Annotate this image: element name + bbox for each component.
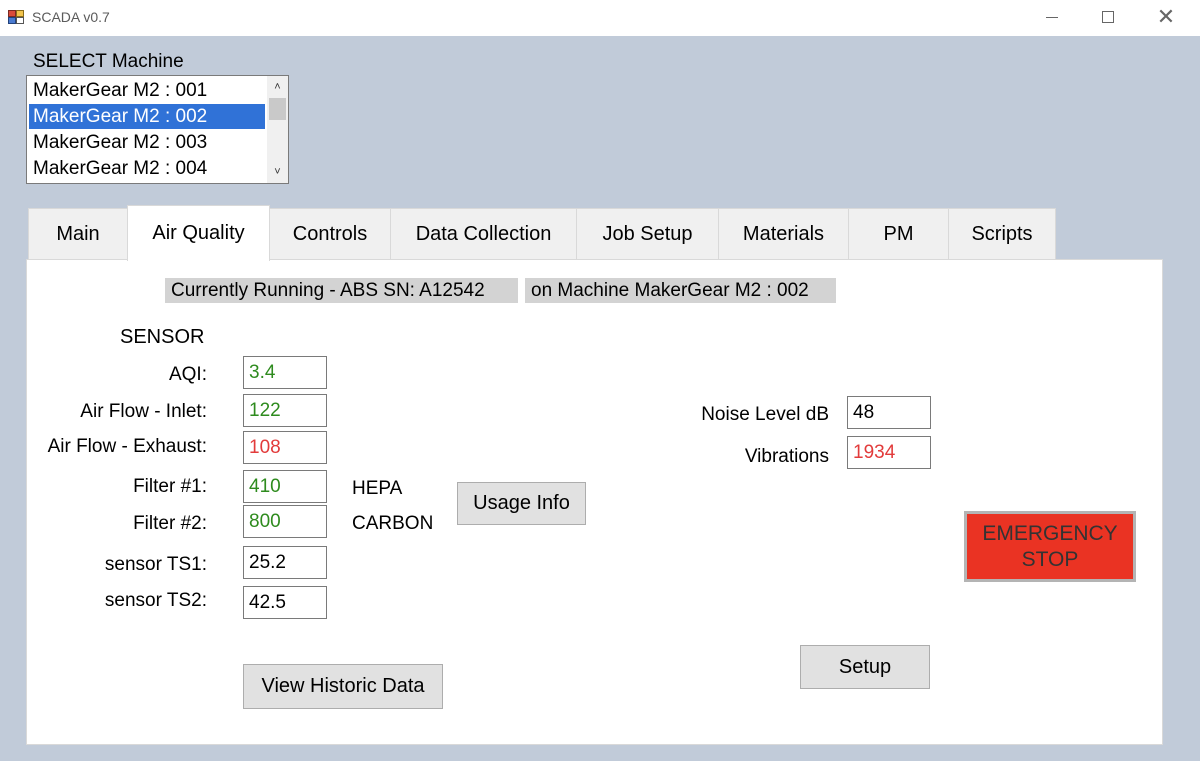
sensor-ts2-field[interactable]: 42.5 [243, 586, 327, 619]
tab-controls[interactable]: Controls [269, 208, 391, 260]
tab-pm[interactable]: PM [848, 208, 949, 260]
minimize-icon [1046, 16, 1058, 18]
filter-2-field[interactable]: 800 [243, 505, 327, 538]
current-job-banner: Currently Running - ABS SN: A12542 [165, 278, 518, 303]
close-button[interactable]: ✕ [1138, 0, 1194, 34]
machine-list-item[interactable]: MakerGear M2 : 003 [29, 130, 265, 155]
filter-2-type: CARBON [352, 513, 434, 534]
filter-1-type: HEPA [352, 478, 403, 499]
air-flow-exhaust-label: Air Flow - Exhaust: [47, 436, 207, 457]
scroll-thumb[interactable] [269, 98, 286, 120]
noise-level-label: Noise Level dB [701, 404, 829, 425]
tab-materials[interactable]: Materials [718, 208, 849, 260]
filter-2-label: Filter #2: [133, 513, 207, 534]
sensor-header: SENSOR [120, 326, 205, 348]
sensor-ts2-label: sensor TS2: [104, 590, 207, 611]
sensor-ts1-label: sensor TS1: [104, 554, 207, 575]
tab-scripts[interactable]: Scripts [948, 208, 1056, 260]
select-machine-label: SELECT Machine [33, 51, 184, 72]
tab-job-setup[interactable]: Job Setup [576, 208, 719, 260]
air-flow-inlet-label: Air Flow - Inlet: [80, 401, 207, 422]
aqi-field[interactable]: 3.4 [243, 356, 327, 389]
tab-data-collection[interactable]: Data Collection [390, 208, 577, 260]
view-historic-data-button[interactable]: View Historic Data [243, 664, 443, 709]
air-flow-inlet-field[interactable]: 122 [243, 394, 327, 427]
air-flow-exhaust-field[interactable]: 108 [243, 431, 327, 464]
vibrations-label: Vibrations [744, 446, 829, 467]
scroll-down-arrow-icon[interactable]: ˅ [267, 162, 288, 182]
current-machine-banner: on Machine MakerGear M2 : 002 [525, 278, 836, 303]
air-quality-panel: Currently Running - ABS SN: A12542 on Ma… [26, 259, 1163, 745]
tab-main[interactable]: Main [28, 208, 128, 260]
usage-info-button[interactable]: Usage Info [457, 482, 586, 525]
minimize-button[interactable] [1024, 0, 1080, 34]
aqi-label: AQI: [168, 364, 207, 385]
emergency-stop-button[interactable]: EMERGENCY STOP [964, 511, 1136, 582]
window-title: SCADA v0.7 [32, 9, 110, 25]
maximize-button[interactable] [1080, 0, 1136, 34]
emergency-stop-label: EMERGENCY STOP [982, 521, 1118, 571]
noise-level-field[interactable]: 48 [847, 396, 931, 429]
machine-list-item[interactable]: MakerGear M2 : 004 [29, 156, 265, 181]
scroll-up-arrow-icon[interactable]: ˄ [267, 77, 288, 97]
vibrations-field[interactable]: 1934 [847, 436, 931, 469]
sensor-ts1-field[interactable]: 25.2 [243, 546, 327, 579]
filter-1-label: Filter #1: [133, 476, 207, 497]
tab-air-quality[interactable]: Air Quality [127, 205, 270, 261]
machine-listbox[interactable]: MakerGear M2 : 001 MakerGear M2 : 002 Ma… [26, 75, 289, 184]
listbox-scrollbar[interactable]: ˄ ˅ [267, 76, 288, 183]
machine-list-item-selected[interactable]: MakerGear M2 : 002 [29, 104, 265, 129]
maximize-icon [1102, 11, 1114, 23]
close-icon: ✕ [1156, 4, 1176, 29]
filter-1-field[interactable]: 410 [243, 470, 327, 503]
machine-list-item[interactable]: MakerGear M2 : 001 [29, 78, 265, 103]
setup-button[interactable]: Setup [800, 645, 930, 689]
title-bar: SCADA v0.7 ✕ [0, 0, 1200, 36]
app-icon [8, 10, 24, 24]
